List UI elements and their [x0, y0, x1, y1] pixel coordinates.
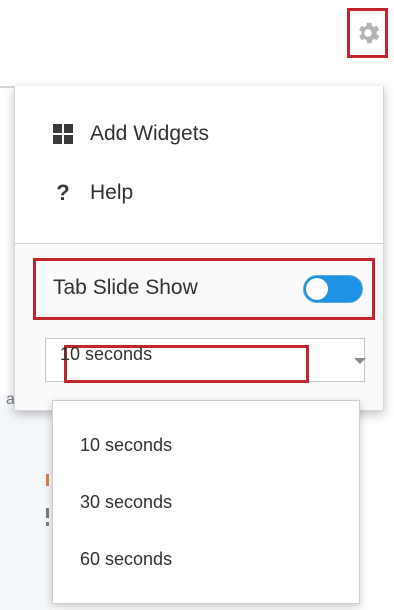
background-mark [46, 474, 49, 486]
tab-slide-show-label: Tab Slide Show [53, 276, 198, 299]
help-label: Help [90, 181, 134, 204]
slide-interval-select[interactable]: 10 seconds [45, 338, 366, 383]
interval-option[interactable]: 60 seconds [80, 549, 172, 570]
settings-button[interactable] [347, 8, 388, 58]
background-left-strip [0, 395, 52, 610]
tab-slide-show-toggle[interactable] [303, 275, 363, 303]
interval-option[interactable]: 10 seconds [80, 435, 172, 456]
toggle-knob [306, 278, 328, 300]
help-icon: ? [56, 180, 70, 205]
interval-dropdown-list: 10 seconds 30 seconds 60 seconds [52, 400, 360, 604]
grid-icon [53, 124, 73, 144]
tab-slide-show-row: Tab Slide Show [33, 258, 375, 320]
interval-option[interactable]: 30 seconds [80, 492, 172, 513]
background-mark [46, 508, 49, 518]
settings-panel: Add Widgets ? Help Tab Slide Show 10 sec… [14, 86, 384, 411]
screenshot-canvas: al Add Widgets ? Help Tab Slide Show 10 … [0, 0, 394, 610]
background-divider [0, 86, 14, 88]
gear-icon [358, 22, 379, 44]
selected-interval-value: 10 seconds [60, 344, 153, 364]
add-widgets-label: Add Widgets [90, 122, 210, 145]
add-widgets-menu-item[interactable]: Add Widgets [53, 117, 209, 151]
help-menu-item[interactable]: ? Help [53, 176, 133, 210]
background-mark [46, 522, 49, 526]
settings-menu: Add Widgets ? Help [15, 86, 383, 244]
chevron-down-icon [354, 358, 366, 364]
